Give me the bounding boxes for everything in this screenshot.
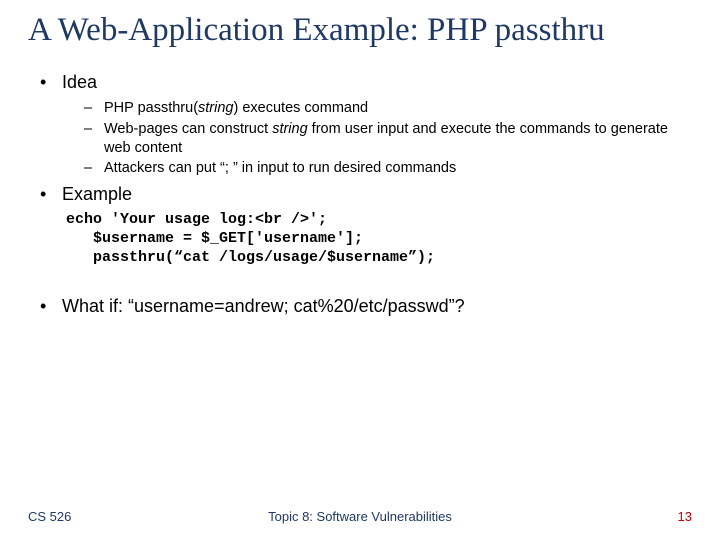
bullet-idea: Idea PHP passthru(string) executes comma… [40,72,692,178]
footer: CS 526 Topic 8: Software Vulnerabilities… [0,509,720,524]
footer-course: CS 526 [28,509,71,524]
footer-topic: Topic 8: Software Vulnerabilities [268,509,452,524]
idea-sub-1: Web-pages can construct string from user… [84,120,692,158]
bullet-whatif-label: What if: “username=andrew; cat%20/etc/pa… [62,296,465,316]
footer-page-number: 13 [678,509,692,524]
idea-sublist: PHP passthru(string) executes command We… [62,99,692,178]
idea-sub-2: Attackers can put “; ” in input to run d… [84,159,692,178]
slide-title: A Web-Application Example: PHP passthru [28,12,692,50]
bullet-idea-label: Idea [62,72,97,92]
bullet-example: Example echo 'Your usage log:<br />'; $u… [40,184,692,267]
code-block: echo 'Your usage log:<br />'; $username … [66,211,692,267]
bullet-list: Idea PHP passthru(string) executes comma… [28,72,692,317]
bullet-whatif: What if: “username=andrew; cat%20/etc/pa… [40,296,692,317]
idea-sub-0: PHP passthru(string) executes command [84,99,692,118]
slide: A Web-Application Example: PHP passthru … [0,0,720,540]
bullet-example-label: Example [62,184,132,204]
